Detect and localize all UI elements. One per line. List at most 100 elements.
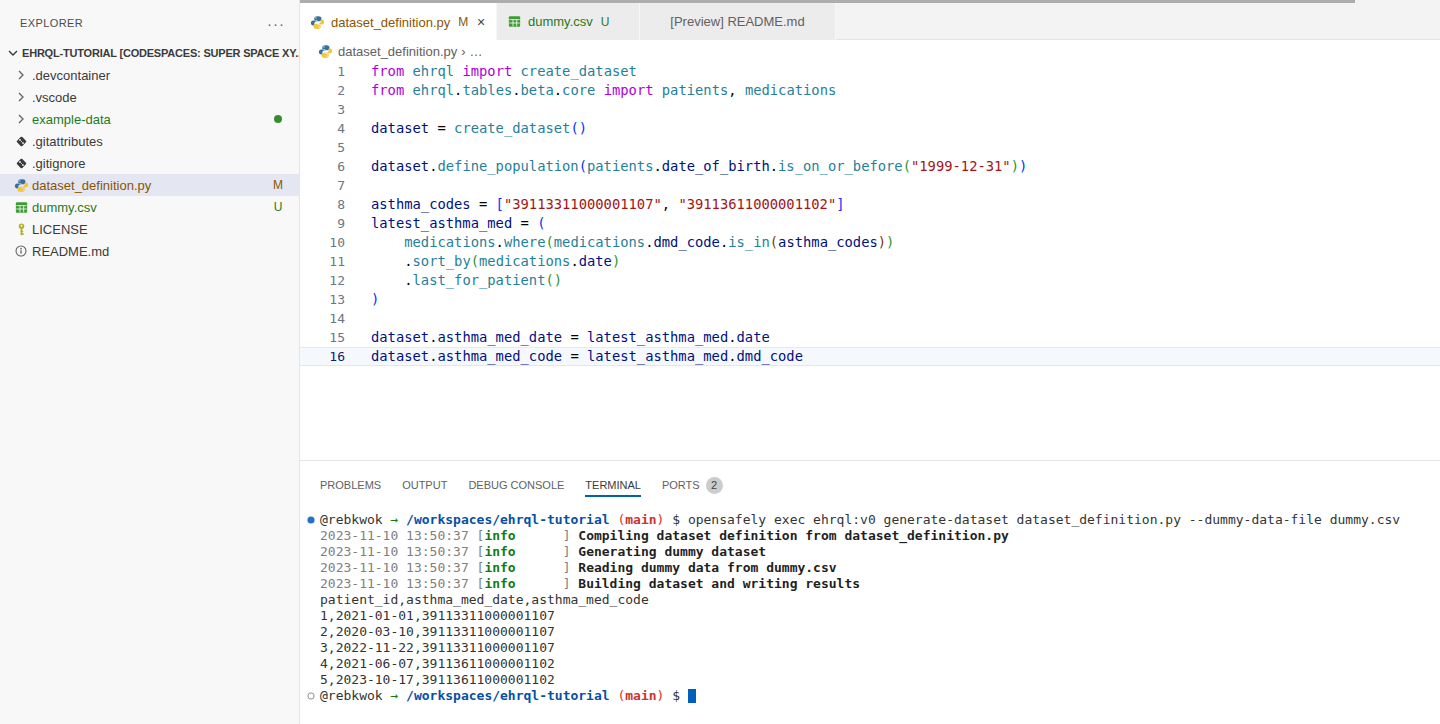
git-status-badge: M [458, 15, 468, 29]
code-token: dmd_code [653, 234, 719, 250]
tree-item-dataset-definition-py[interactable]: dataset_definition.pyM [0, 174, 299, 196]
terminal-token: ) [657, 688, 665, 704]
file-label: dummy.csv [32, 200, 271, 215]
code-line-5[interactable]: 5 [300, 138, 1440, 157]
chevron-right-icon [13, 67, 29, 83]
file-tree: .devcontainer.vscodeexample-data.gitattr… [0, 64, 299, 262]
panel-tab-problems[interactable]: PROBLEMS [320, 475, 381, 497]
csv-icon [14, 200, 29, 215]
code-line-15[interactable]: 15dataset.asthma_med_date = latest_asthm… [300, 328, 1440, 347]
code-line-13[interactable]: 13) [300, 290, 1440, 309]
code-token: [ [496, 196, 504, 212]
tab-dummy-csv[interactable]: dummy.csvU [497, 3, 640, 40]
terminal-line: 2023-11-10 13:50:37 [info ] Generating d… [306, 544, 1440, 560]
code-line-11[interactable]: 11 .sort_by(medications.date) [300, 252, 1440, 271]
more-actions-icon[interactable]: ··· [267, 15, 285, 32]
tree-item-dummy-csv[interactable]: dummy.csvU [0, 196, 299, 218]
git-icon [15, 157, 28, 170]
tree-item-readme-md[interactable]: README.md [0, 240, 299, 262]
tab--preview-readme-md[interactable]: [Preview] README.md [640, 3, 836, 40]
code-token: "39113311000001107" [504, 196, 662, 212]
code-token: ( [579, 158, 587, 174]
terminal-token: info [484, 576, 515, 592]
tree-item-example-data[interactable]: example-data [0, 108, 299, 130]
code-line-3[interactable]: 3 [300, 100, 1440, 119]
code-token: last_for_patient [413, 272, 546, 288]
code-text: .sort_by(medications.date) [345, 252, 620, 271]
terminal-token: 5,2023-10-17,39113611000001102 [320, 672, 555, 688]
line-number: 6 [300, 157, 345, 176]
terminal-line: 3,2022-11-22,39113311000001107 [306, 640, 1440, 656]
chevron-right-icon [13, 111, 29, 127]
panel-tab-label: PORTS [662, 479, 700, 491]
tree-item--vscode[interactable]: .vscode [0, 86, 299, 108]
panel-tab-ports[interactable]: PORTS2 [662, 475, 723, 497]
vscode-window: EXPLORER ··· EHRQL-TUTORIAL [CODESPACES:… [0, 0, 1440, 724]
breadcrumb[interactable]: dataset_definition.py › … [300, 40, 1440, 62]
code-token: . [720, 234, 728, 250]
panel-tab-output[interactable]: OUTPUT [402, 475, 447, 497]
code-line-2[interactable]: 2from ehrql.tables.beta.core import pati… [300, 81, 1440, 100]
code-token [371, 253, 404, 269]
code-line-14[interactable]: 14 [300, 309, 1440, 328]
code-line-10[interactable]: 10 medications.where(medications.dmd_cod… [300, 233, 1440, 252]
git-status-badge: M [271, 178, 285, 192]
code-token: is_in [728, 234, 770, 250]
code-line-4[interactable]: 4dataset = create_dataset() [300, 119, 1440, 138]
code-token: date [579, 253, 612, 269]
terminal-token: [ [477, 560, 485, 576]
code-editor[interactable]: 1from ehrql import create_dataset2from e… [300, 62, 1440, 460]
terminal-token: [ [477, 576, 485, 592]
code-line-9[interactable]: 9latest_asthma_med = ( [300, 214, 1440, 233]
close-icon[interactable]: × [476, 14, 486, 30]
terminal-token [516, 560, 563, 576]
code-token: . [554, 82, 562, 98]
line-number: 9 [300, 214, 345, 233]
line-number: 13 [300, 290, 345, 309]
code-line-8[interactable]: 8asthma_codes = ["39113311000001107", "3… [300, 195, 1440, 214]
python-icon [14, 178, 29, 193]
panel-tab-debug-console[interactable]: DEBUG CONSOLE [468, 475, 564, 497]
code-token: = [471, 196, 496, 212]
terminal-token: $ opensafely exec ehrql:v0 generate-data… [664, 512, 1400, 528]
panel-tab-label: DEBUG CONSOLE [468, 479, 564, 491]
terminal-token: ] [563, 544, 579, 560]
explorer-sidebar: EXPLORER ··· EHRQL-TUTORIAL [CODESPACES:… [0, 0, 300, 724]
terminal-line: 2,2020-03-10,39113311000001107 [306, 624, 1440, 640]
code-token: dataset [371, 329, 429, 345]
tree-item--devcontainer[interactable]: .devcontainer [0, 64, 299, 86]
workspace-section-header[interactable]: EHRQL-TUTORIAL [CODESPACES: SUPER SPACE … [0, 42, 299, 64]
tree-item-license[interactable]: LICENSE [0, 218, 299, 240]
terminal[interactable]: @rebkwok → /workspaces/ehrql-tutorial (m… [300, 497, 1440, 723]
tab-scrollbar[interactable] [300, 0, 1355, 3]
terminal-token: ] [563, 528, 579, 544]
panel-tab-terminal[interactable]: TERMINAL [585, 475, 641, 497]
csv-icon [507, 14, 522, 29]
code-token [371, 272, 404, 288]
code-line-16[interactable]: 16dataset.asthma_med_code = latest_asthm… [300, 347, 1440, 366]
code-line-6[interactable]: 6dataset.define_population(patients.date… [300, 157, 1440, 176]
tree-item--gitattributes[interactable]: .gitattributes [0, 130, 299, 152]
code-token: latest_asthma_med [587, 348, 728, 364]
terminal-token: 3,2022-11-22,39113311000001107 [320, 640, 555, 656]
python-icon [310, 15, 325, 30]
code-token: from [371, 82, 404, 98]
terminal-token: 2023-11-10 13:50:37 [320, 576, 477, 592]
code-line-12[interactable]: 12 .last_for_patient() [300, 271, 1440, 290]
python-icon [318, 44, 333, 59]
breadcrumb-more[interactable]: … [470, 44, 483, 59]
code-token: is_on_or_before [778, 158, 903, 174]
code-token: "39113611000001102" [678, 196, 836, 212]
breadcrumb-file[interactable]: dataset_definition.py [338, 44, 457, 59]
code-text [345, 138, 371, 157]
code-token: import [604, 82, 654, 98]
code-line-7[interactable]: 7 [300, 176, 1440, 195]
modified-dot-badge [274, 115, 282, 123]
tree-item--gitignore[interactable]: .gitignore [0, 152, 299, 174]
code-line-1[interactable]: 1from ehrql import create_dataset [300, 62, 1440, 81]
csv-icon [507, 14, 522, 29]
tab-dataset-definition-py[interactable]: dataset_definition.pyM× [300, 3, 497, 41]
code-token: ( [545, 272, 553, 288]
code-token: ) [1011, 158, 1019, 174]
terminal-token: main [625, 512, 656, 528]
